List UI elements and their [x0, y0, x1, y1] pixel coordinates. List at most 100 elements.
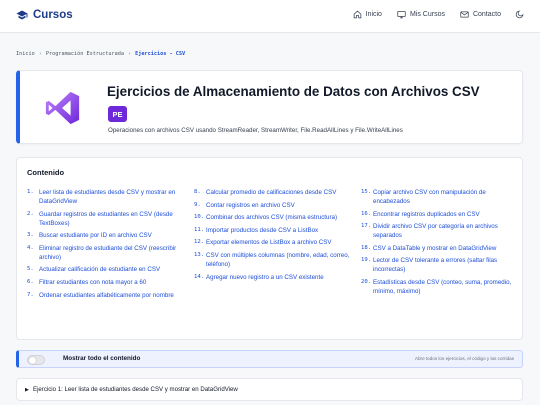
- toc-number: 15.: [361, 189, 372, 195]
- toc-number: 6.: [27, 278, 34, 285]
- page-title: Ejercicios de Almacenamiento de Datos co…: [107, 84, 480, 99]
- toc-link[interactable]: 9. Contar registros en archivo CSV: [194, 201, 354, 210]
- chevron-right-icon: ›: [127, 51, 132, 57]
- toc-label: Agregar nuevo registro a un CSV existent…: [206, 273, 324, 281]
- toc-number: 8.: [194, 189, 201, 195]
- toc-number: 1.: [27, 189, 34, 195]
- toc-column-1: 1. Leer lista de estudiantes desde CSV y …: [27, 188, 187, 303]
- toc-number: 16.: [361, 210, 372, 217]
- toc-link[interactable]: 12. Exportar elementos de ListBox a archi…: [194, 238, 354, 247]
- toc-label: Dividir archivo CSV por categoría en arc…: [373, 223, 498, 240]
- toc-number: 7.: [27, 291, 34, 298]
- toc-label: Ordenar estudiantes alfabéticamente por …: [39, 291, 174, 299]
- exercise-1-title: Ejercicio 1: Leer lista de estudiantes d…: [33, 386, 238, 393]
- toc-link[interactable]: 14. Agregar nuevo registro a un CSV exist…: [194, 273, 354, 282]
- exercise-1-summary[interactable]: ▶ Ejercicio 1: Leer lista de estudiantes…: [16, 378, 523, 401]
- contents-title: Contenido: [27, 168, 65, 177]
- toc-label: Contar registros en archivo CSV: [206, 201, 295, 209]
- toc-link[interactable]: 18. CSV a DataTable y mostrar en DataGrid…: [361, 244, 521, 253]
- toc-number: 17.: [361, 223, 372, 230]
- show-all-label: Mostrar todo el contenido: [63, 355, 141, 362]
- toc-label: Lector de CSV tolerante a errores (salta…: [373, 257, 498, 274]
- show-all-bar: Mostrar todo el contenido Abre todos los…: [16, 350, 523, 368]
- toc-label: Actualizar calificación de estudiante en…: [39, 266, 161, 274]
- home-icon: [353, 10, 361, 19]
- mail-icon: [460, 11, 469, 18]
- toc-link[interactable]: 7. Ordenar estudiantes alfabéticamente po…: [27, 291, 187, 300]
- breadcrumb: Inicio › Programación Estructurada › Eje…: [16, 51, 185, 57]
- toc-number: 10.: [194, 214, 205, 221]
- visual-studio-logo-icon: [45, 91, 80, 125]
- toc-label: Copiar archivo CSV con manipulación de e…: [373, 189, 486, 205]
- breadcrumb-current: Ejercicios - CSV: [135, 51, 186, 57]
- toc-link[interactable]: 6. Filtrar estudiantes con nota mayor a 6…: [27, 278, 187, 287]
- toc-number: 12.: [194, 239, 205, 246]
- toc-number: 20.: [361, 278, 372, 285]
- toc-link[interactable]: 4. Eliminar registro de estudiante del CS…: [27, 244, 187, 262]
- toc-label: Eliminar registro de estudiante del CSV …: [39, 244, 177, 261]
- toc-number: 11.: [194, 226, 205, 233]
- toc-link[interactable]: 11. Importar productos desde CSV a ListBo…: [194, 226, 354, 235]
- toc-link[interactable]: 13. CSV con múltiples columnas (nombre, e…: [194, 251, 354, 269]
- toc-label: Leer lista de estudiantes desde CSV y mo…: [39, 189, 176, 205]
- breadcrumb-programacion[interactable]: Programación Estructurada: [46, 51, 124, 57]
- page-subtitle: Operaciones con archivos CSV usando Stre…: [108, 127, 403, 134]
- toc-number: 19.: [361, 257, 372, 264]
- brand-link[interactable]: Cursos: [16, 9, 73, 21]
- nav-contacto-label: Contacto: [472, 11, 501, 18]
- toc-label: Combinar dos archivos CSV (misma estruct…: [206, 214, 338, 222]
- caret-right-icon: ▶: [25, 387, 29, 393]
- toc-link[interactable]: 15. Copiar archivo CSV con manipulación d…: [361, 188, 521, 206]
- toc-label: Encontrar registros duplicados en CSV: [373, 210, 480, 218]
- nav-contacto[interactable]: Contacto: [460, 10, 501, 19]
- toc-number: 14.: [194, 273, 205, 280]
- toc-number: 9.: [194, 201, 201, 208]
- moon-icon: [515, 10, 524, 19]
- toc-label: Buscar estudiante por ID en archivo CSV: [39, 232, 152, 240]
- toggle-knob: [29, 357, 36, 364]
- toc-link[interactable]: 5. Actualizar calificación de estudiante …: [27, 265, 187, 274]
- chevron-right-icon: ›: [38, 51, 42, 57]
- toc-column-3: 15. Copiar archivo CSV con manipulación d…: [361, 188, 521, 300]
- nav-mis-cursos[interactable]: Mis Cursos: [397, 10, 445, 19]
- nav-inicio[interactable]: Inicio: [353, 10, 382, 19]
- toc-number: 3.: [27, 232, 34, 239]
- toc-number: 2.: [27, 210, 34, 217]
- breadcrumb-inicio[interactable]: Inicio: [16, 51, 35, 57]
- toc-label: CSV con múltiples columnas (nombre, edad…: [206, 251, 350, 268]
- top-navbar: Cursos Inicio Mis Cursos Contacto: [0, 0, 540, 33]
- toc-link[interactable]: 17. Dividir archivo CSV por categoría en …: [361, 222, 521, 240]
- toc-link[interactable]: 1. Leer lista de estudiantes desde CSV y …: [27, 188, 187, 206]
- toc-label: Calcular promedio de calificaciones desd…: [206, 189, 337, 196]
- toc-link[interactable]: 3. Buscar estudiante por ID en archivo CS…: [27, 231, 187, 240]
- graduation-cap-icon: [16, 10, 28, 20]
- nav-mis-cursos-label: Mis Cursos: [409, 11, 445, 18]
- main-nav: Inicio Mis Cursos Contacto: [338, 10, 524, 19]
- brand-name: Cursos: [33, 9, 73, 21]
- toc-label: Exportar elementos de ListBox a archivo …: [206, 239, 332, 247]
- show-all-toggle[interactable]: [27, 355, 45, 365]
- toc-link[interactable]: 19. Lector de CSV tolerante a errores (sa…: [361, 256, 521, 274]
- theme-toggle-button[interactable]: [515, 10, 524, 19]
- toc-link[interactable]: 2. Guardar registros de estudiantes en CS…: [27, 210, 187, 228]
- toc-label: Estadísticas desde CSV (conteo, suma, pr…: [373, 278, 512, 295]
- toc-link[interactable]: 16. Encontrar registros duplicados en CSV: [361, 210, 521, 219]
- table-of-contents: Contenido 1. Leer lista de estudiantes de…: [16, 157, 523, 340]
- nav-inicio-label: Inicio: [365, 11, 382, 18]
- toc-number: 13.: [194, 251, 205, 258]
- toc-label: Guardar registros de estudiantes en CSV …: [39, 210, 173, 227]
- course-badge: PE: [108, 106, 127, 122]
- toc-link[interactable]: 8. Calcular promedio de calificaciones de…: [194, 188, 354, 197]
- toc-column-2: 8. Calcular promedio de calificaciones de…: [194, 188, 354, 285]
- toc-number: 5.: [27, 266, 34, 273]
- monitor-icon: [397, 11, 406, 19]
- toc-number: 4.: [27, 244, 34, 251]
- toc-number: 18.: [361, 244, 372, 251]
- toc-link[interactable]: 10. Combinar dos archivos CSV (misma estr…: [194, 213, 354, 222]
- toc-label: Importar productos desde CSV a ListBox: [206, 226, 319, 234]
- toc-label: Filtrar estudiantes con nota mayor a 60: [39, 278, 147, 286]
- course-hero-card: Ejercicios de Almacenamiento de Datos co…: [16, 70, 523, 144]
- toc-label: CSV a DataTable y mostrar en DataGridVie…: [373, 244, 497, 252]
- show-all-hint: Abre todos los ejercicios, el código y l…: [414, 356, 514, 361]
- toc-link[interactable]: 20. Estadísticas desde CSV (conteo, suma,…: [361, 278, 521, 296]
